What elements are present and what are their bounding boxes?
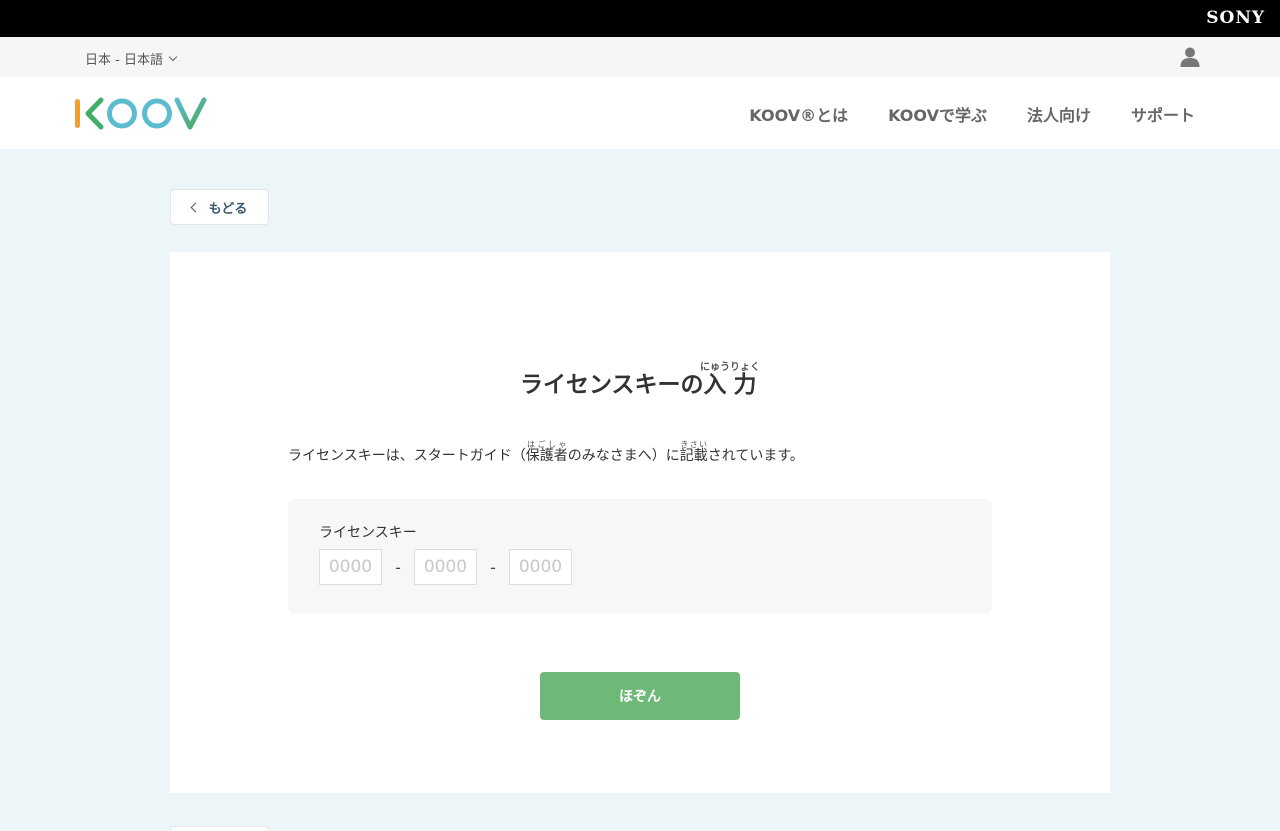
desc-ruby-1: 保護者はごしゃ <box>525 440 568 464</box>
chevron-down-icon <box>168 52 178 62</box>
user-icon[interactable] <box>1179 46 1201 68</box>
license-key-label: ライセンスキー <box>319 525 417 541</box>
title-text: ライセンスキーの <box>519 372 704 398</box>
koov-logo[interactable] <box>73 97 209 130</box>
bottom-button-stub[interactable] <box>170 826 269 831</box>
license-key-input-1[interactable] <box>319 549 382 585</box>
sony-logo[interactable]: SONY <box>1206 8 1265 28</box>
page-title: ライセンスキーの入力にゅうりょく <box>170 362 1110 399</box>
license-key-input-3[interactable] <box>509 549 572 585</box>
license-key-input-2[interactable] <box>414 549 477 585</box>
desc-ruby-1-base: 保護者 <box>525 448 568 464</box>
nav-item-learn[interactable]: KOOVで学ぶ <box>888 102 987 126</box>
key-separator: - <box>490 557 496 577</box>
description: ライセンスキーは、スタートガイド（保護者はごしゃのみなさまへ）に記載きさいされて… <box>288 440 804 465</box>
desc-text-1: ライセンスキーは、スタートガイド（ <box>288 448 526 464</box>
locale-bar: 日本 - 日本語 <box>0 37 1280 77</box>
locale-label: 日本 - 日本語 <box>85 53 163 68</box>
title-ruby-reading: にゅうりょく <box>700 362 761 373</box>
locale-selector[interactable]: 日本 - 日本語 <box>85 49 178 68</box>
main-nav: KOOV®とは KOOVで学ぶ 法人向け サポート <box>709 102 1195 126</box>
license-key-row: - - <box>319 549 572 585</box>
title-ruby: 入力にゅうりょく <box>700 362 760 398</box>
desc-text-2: のみなさまへ）に <box>567 448 680 464</box>
desc-ruby-1-reading: はごしゃ <box>525 440 568 449</box>
nav-item-support[interactable]: サポート <box>1131 102 1195 126</box>
back-button-label: もどる <box>208 201 248 217</box>
license-card: ライセンスキーの入力にゅうりょく ライセンスキーは、スタートガイド（保護者はごし… <box>170 252 1110 793</box>
sony-bar: SONY <box>0 0 1280 37</box>
header: KOOV®とは KOOVで学ぶ 法人向け サポート <box>0 77 1280 149</box>
nav-item-about[interactable]: KOOV®とは <box>749 102 848 126</box>
save-button[interactable]: ほぞん <box>540 672 740 720</box>
key-separator: - <box>395 557 401 577</box>
desc-text-3: されています。 <box>707 448 804 464</box>
title-ruby-base: 入力 <box>700 372 761 398</box>
desc-ruby-2: 記載きさい <box>679 440 708 464</box>
license-key-box: ライセンスキー - - <box>288 499 992 614</box>
chevron-left-icon <box>190 202 201 212</box>
desc-ruby-2-reading: きさい <box>679 440 708 449</box>
desc-ruby-2-base: 記載 <box>679 448 708 464</box>
back-button[interactable]: もどる <box>170 189 269 225</box>
nav-item-business[interactable]: 法人向け <box>1027 102 1091 126</box>
